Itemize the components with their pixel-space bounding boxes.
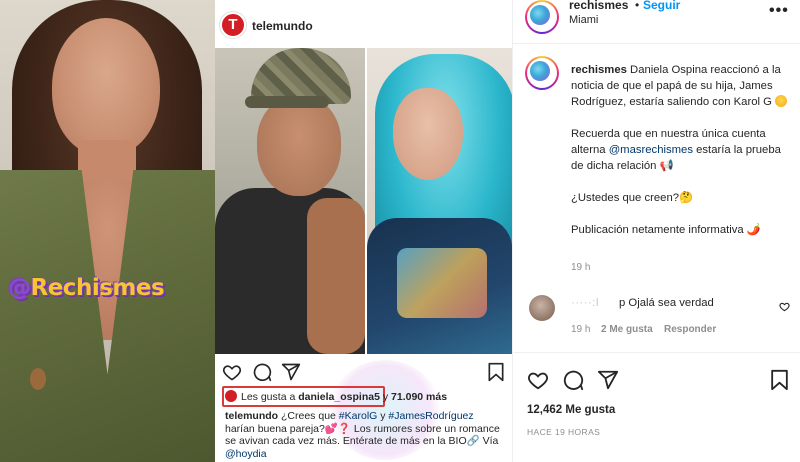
shirt-print (397, 248, 487, 318)
comment-text: p Ojalá sea verdad (619, 297, 714, 309)
rechismes-logo-icon (530, 5, 550, 25)
post-date: HACE 19 HORAS (527, 427, 601, 437)
card-likes-text: Les gusta a daniela_ospina5 y 71.090 más (241, 391, 448, 403)
post-header: rechismes • Seguir Miami ••• (513, 0, 800, 44)
card-photos (215, 48, 512, 354)
commenter-avatar[interactable] (529, 295, 555, 321)
share-icon (281, 363, 301, 381)
comment-icon[interactable] (562, 369, 584, 391)
rechismes-logo-icon (530, 61, 550, 81)
photo-daniela: @Rechismes (0, 0, 215, 462)
post-caption: rechismes Daniela Ospina reaccionó a la … (571, 62, 793, 254)
card-header: T telemundo (215, 0, 512, 48)
photo-james (215, 48, 365, 354)
face (393, 88, 463, 180)
header-username[interactable]: rechismes (569, 0, 628, 12)
telemundo-post-screenshot: T telemundo Les gusta a daniela_ospina5 … (215, 0, 512, 462)
share-icon[interactable] (597, 369, 619, 391)
separator-dot: • (635, 0, 640, 12)
liker-avatar (225, 390, 237, 402)
likes-count[interactable]: 12,462 Me gusta (527, 404, 615, 416)
comment-likes[interactable]: 2 Me gusta (601, 324, 653, 335)
comment-timestamp: 19 h (571, 324, 591, 335)
reply-button[interactable]: Responder (664, 324, 716, 335)
arm (307, 198, 365, 354)
caption-avatar[interactable] (525, 56, 559, 90)
card-username: telemundo (252, 19, 313, 33)
heart-eyes-emoji-icon (775, 95, 788, 107)
commenter-username[interactable]: ·····:l (571, 297, 599, 309)
heart-icon (222, 365, 242, 381)
vest-button (30, 368, 46, 390)
post-media[interactable]: @Rechismes T telemundo Les gusta a danie… (0, 0, 512, 462)
bookmark-icon (488, 362, 504, 382)
photo-karol (367, 48, 512, 354)
rechismes-watermark: @Rechismes (8, 275, 165, 301)
action-bar (513, 352, 800, 412)
comment-icon (253, 363, 272, 382)
comment-like-heart-icon[interactable] (779, 301, 790, 312)
post-sidebar: rechismes • Seguir Miami ••• rechismes D… (512, 0, 800, 462)
caption-username[interactable]: rechismes (571, 64, 627, 76)
cap-brim (245, 96, 329, 108)
face (52, 18, 160, 156)
caption-timestamp: 19 h (571, 262, 591, 273)
more-options-icon[interactable]: ••• (769, 2, 789, 20)
face (257, 96, 341, 196)
telemundo-logo-icon: T (220, 12, 246, 38)
card-action-bar (215, 360, 512, 384)
card-caption: telemundo ¿Crees que #KarolG y #JamesRod… (225, 410, 500, 460)
save-bookmark-icon[interactable] (770, 369, 789, 391)
avatar[interactable] (525, 0, 559, 34)
follow-button[interactable]: Seguir (643, 0, 680, 12)
like-heart-icon[interactable] (527, 369, 549, 391)
location-link[interactable]: Miami (569, 14, 598, 26)
mention-link[interactable]: @masrechismes (609, 144, 693, 156)
